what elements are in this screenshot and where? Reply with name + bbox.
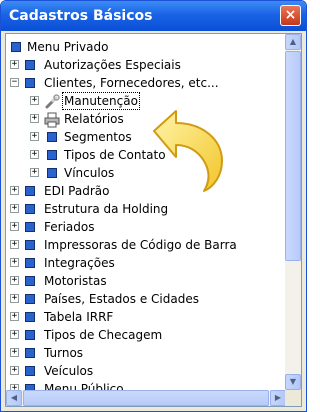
expand-icon[interactable]: + <box>30 132 39 141</box>
window-title: Cadastros Básicos <box>9 8 153 24</box>
expand-icon[interactable]: + <box>30 96 39 105</box>
tree-node-label: Integrações <box>44 256 115 270</box>
tree-node-icon <box>23 382 37 390</box>
tree-node[interactable]: + Feriados <box>6 218 286 236</box>
wrench-icon <box>44 94 60 109</box>
tree-node[interactable]: + Tabela IRRF <box>6 308 286 326</box>
title-bar[interactable]: Cadastros Básicos × <box>1 1 306 31</box>
tree-node[interactable]: + EDI Padrão <box>6 182 286 200</box>
scrollbar-corner <box>285 390 301 406</box>
tree-node-icon <box>23 220 37 234</box>
expand-icon[interactable]: + <box>10 204 19 213</box>
horizontal-scroll-thumb[interactable] <box>23 390 269 406</box>
tree-node-icon <box>23 202 37 216</box>
tree-node[interactable]: + Tipos de Checagem <box>6 326 286 344</box>
scroll-right-button[interactable]: ▶ <box>270 390 286 406</box>
tree-node-selected[interactable]: + Manutenção <box>6 92 286 110</box>
tree-node[interactable]: + Veículos <box>6 362 286 380</box>
tree-node-label: Impressoras de Código de Barra <box>44 238 237 252</box>
expand-icon[interactable]: + <box>10 330 19 339</box>
tree-node[interactable]: + Turnos <box>6 344 286 362</box>
expand-icon[interactable]: + <box>10 348 19 357</box>
tree-node-icon <box>23 364 37 378</box>
tree-node-icon <box>23 346 37 360</box>
tree-node-icon <box>9 40 23 54</box>
tree-node-label: Autorizações Especiais <box>44 58 181 72</box>
tree-node-label: Países, Estados e Cidades <box>44 292 199 306</box>
tree-node-label: Motoristas <box>44 274 107 288</box>
tree-node-label: EDI Padrão <box>44 184 110 198</box>
tree-node-label: Vínculos <box>64 166 115 180</box>
tree-node-root[interactable]: Menu Privado <box>6 38 286 56</box>
tree-node-label: Segmentos <box>64 130 132 144</box>
expand-icon[interactable]: + <box>10 222 19 231</box>
tree-node-icon <box>23 58 37 72</box>
expand-icon[interactable]: + <box>30 168 39 177</box>
tree-node-label: Tipos de Checagem <box>44 328 163 342</box>
scroll-thumb[interactable] <box>285 51 301 261</box>
tree-node[interactable]: + Autorizações Especiais <box>6 56 286 74</box>
tree-node[interactable]: + Estrutura da Holding <box>6 200 286 218</box>
scroll-left-button[interactable]: ◀ <box>6 390 22 406</box>
collapse-icon[interactable]: − <box>10 78 19 87</box>
expand-icon[interactable]: + <box>10 240 19 249</box>
tree-node-icon <box>23 256 37 270</box>
tree-node[interactable]: + Tipos de Contato <box>6 146 286 164</box>
tree-node-icon <box>23 76 37 90</box>
tree-node[interactable]: + Segmentos <box>6 128 286 146</box>
curved-arrow-icon <box>153 110 223 192</box>
expand-icon[interactable]: + <box>10 276 19 285</box>
tree-node-icon <box>45 148 59 162</box>
expand-icon[interactable]: + <box>10 312 19 321</box>
tree-node-label: Manutenção <box>62 92 140 110</box>
close-button[interactable]: × <box>280 5 301 26</box>
tree-node-root[interactable]: + Menu Público <box>6 380 286 390</box>
horizontal-scrollbar[interactable]: ◀ ▶ <box>6 390 286 406</box>
printer-icon <box>44 112 60 128</box>
tree-node[interactable]: + Vínculos <box>6 164 286 182</box>
tree-node-label: Tabela IRRF <box>44 310 114 324</box>
tree-panel: Menu Privado + Autorizações Especiais − … <box>5 33 302 407</box>
expand-icon[interactable]: + <box>30 114 39 123</box>
tree-node[interactable]: + Impressoras de Código de Barra <box>6 236 286 254</box>
tree-node-label: Feriados <box>44 220 95 234</box>
tree-node-label: Menu Privado <box>27 40 109 54</box>
tree-node[interactable]: + Países, Estados e Cidades <box>6 290 286 308</box>
tree-node-label: Turnos <box>44 346 84 360</box>
expand-icon[interactable]: + <box>10 258 19 267</box>
tree-node[interactable]: + Relatórios <box>6 110 286 128</box>
tree-node[interactable]: + Motoristas <box>6 272 286 290</box>
tree-node-icon <box>23 184 37 198</box>
tree-node-icon <box>23 238 37 252</box>
tree-view[interactable]: Menu Privado + Autorizações Especiais − … <box>6 34 286 390</box>
tree-node-icon <box>23 292 37 306</box>
expand-icon[interactable]: + <box>10 294 19 303</box>
tree-node-label: Estrutura da Holding <box>44 202 169 216</box>
tree-node[interactable]: + Integrações <box>6 254 286 272</box>
vertical-scrollbar[interactable]: ▲ ▼ <box>285 34 301 390</box>
expand-icon[interactable]: + <box>10 366 19 375</box>
cadastros-basicos-window: Cadastros Básicos × Menu Privado + Autor… <box>0 0 307 412</box>
scroll-down-button[interactable]: ▼ <box>285 374 301 390</box>
tree-node-icon <box>23 274 37 288</box>
tree-node-icon <box>45 166 59 180</box>
tree-node-icon <box>45 130 59 144</box>
tree-node-icon <box>23 310 37 324</box>
tree-node-label: Menu Público <box>44 382 124 390</box>
expand-icon[interactable]: + <box>10 60 19 69</box>
tree-node-label: Relatórios <box>64 112 124 126</box>
scroll-up-button[interactable]: ▲ <box>285 34 301 50</box>
tree-node-expanded[interactable]: − Clientes, Fornecedores, etc... <box>6 74 286 92</box>
tree-node-label: Veículos <box>44 364 94 378</box>
tree-node-label: Clientes, Fornecedores, etc... <box>44 76 219 90</box>
expand-icon[interactable]: + <box>10 186 19 195</box>
expand-icon[interactable]: + <box>30 150 39 159</box>
tree-node-icon <box>23 328 37 342</box>
